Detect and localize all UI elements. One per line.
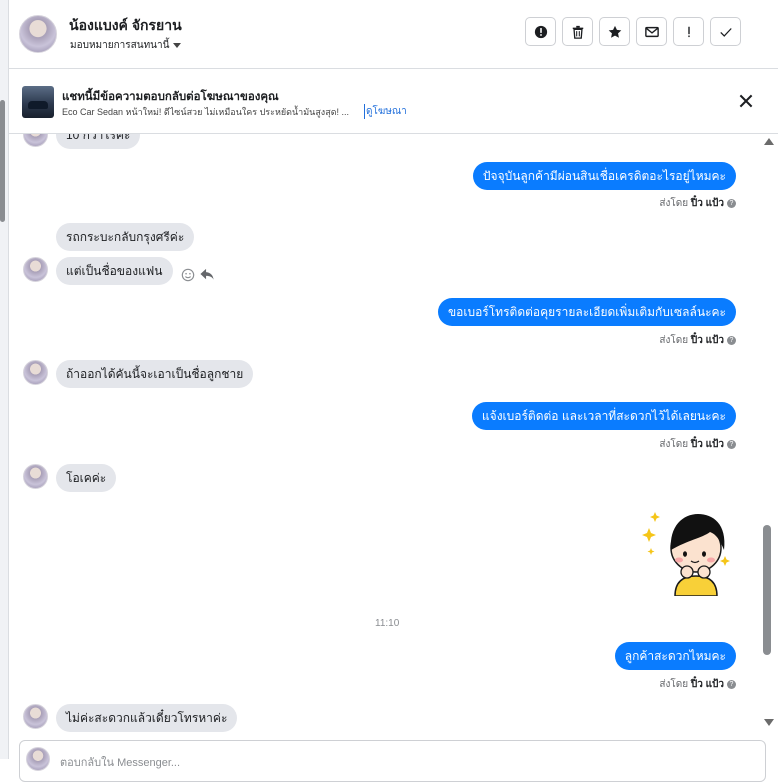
sent-by-prefix: ส่งโดย: [659, 439, 689, 450]
help-icon[interactable]: ?: [727, 198, 736, 208]
contact-avatar-small: [23, 257, 48, 282]
thread-scrollbar-thumb[interactable]: [763, 525, 771, 655]
contact-avatar-small: [23, 704, 48, 729]
reply-icon[interactable]: [199, 267, 215, 282]
contact-avatar-small: [23, 134, 48, 147]
help-icon[interactable]: ?: [727, 439, 736, 449]
message-outgoing: แจ้งเบอร์ติดต่อ และเวลาที่สะดวกไว้ได้เลย…: [471, 402, 736, 430]
sent-by-label: ส่งโดย ปิ๋ว แป้ว?: [659, 437, 736, 452]
reply-composer[interactable]: ตอบกลับใน Messenger...: [19, 740, 766, 782]
sent-by-name: ปิ๋ว แป้ว: [690, 439, 724, 450]
mark-spam-button[interactable]: [525, 17, 556, 46]
message-outgoing: ปัจจุบันลูกค้ามีผ่อนสินเชื่อเครดิตอะไรอย…: [472, 162, 736, 190]
caret-down-icon: [173, 42, 182, 48]
sent-by-prefix: ส่งโดย: [659, 198, 689, 209]
message-incoming: แต่เป็นชื่อของแฟน: [56, 257, 173, 285]
follow-up-button[interactable]: [673, 17, 704, 46]
sent-by-name: ปิ๋ว แป้ว: [690, 198, 724, 209]
sent-by-name: ปิ๋ว แป้ว: [690, 679, 724, 690]
emoji-reaction-icon[interactable]: [181, 268, 195, 282]
scroll-up-arrow-icon[interactable]: [764, 138, 774, 145]
reply-input-placeholder: ตอบกลับใน Messenger...: [60, 757, 181, 769]
alert-circle-icon: [534, 25, 547, 38]
left-panel-edge: [0, 0, 9, 759]
message-thread: 10 กว่าไรคะ ปัจจุบันลูกค้ามีผ่อนสินเชื่อ…: [9, 134, 762, 740]
page-avatar: [26, 747, 50, 771]
contact-avatar[interactable]: [19, 15, 57, 53]
header-actions: [525, 17, 741, 46]
sticker-girl-image: [642, 512, 730, 596]
close-icon[interactable]: [737, 92, 755, 110]
delete-button[interactable]: [562, 17, 593, 46]
ad-reply-banner: แชทนี้มีข้อความตอบกลับต่อโฆษณาของคุณ Eco…: [9, 69, 778, 134]
message-outgoing: ขอเบอร์โทรติดต่อคุยรายละเอียดเพิ่มเติมกั…: [437, 298, 736, 326]
star-button[interactable]: [599, 17, 630, 46]
mark-unread-button[interactable]: [636, 17, 667, 46]
exclamation-icon: [687, 26, 690, 37]
ad-thumbnail[interactable]: [22, 86, 54, 118]
ad-banner-description: Eco Car Sedan หน้าใหม่! ดีไซน์สวย ไม่เหม…: [62, 107, 350, 117]
message-incoming: รถกระบะกลับกรุงศรีค่ะ: [56, 223, 195, 251]
left-scrollbar-thumb[interactable]: [0, 100, 5, 222]
star-icon: [608, 25, 621, 38]
contact-avatar-small: [23, 360, 48, 385]
message-incoming: 10 กว่าไรคะ: [56, 134, 141, 149]
assign-conversation-dropdown[interactable]: มอบหมายการสนทนานี้: [70, 38, 182, 53]
assign-label: มอบหมายการสนทนานี้: [70, 40, 170, 51]
timestamp: 11:10: [375, 618, 400, 629]
contact-name[interactable]: น้องแบงค์ จักรยาน: [69, 15, 182, 37]
sent-by-prefix: ส่งโดย: [659, 679, 689, 690]
sent-by-label: ส่งโดย ปิ๋ว แป้ว?: [659, 196, 736, 211]
sent-by-prefix: ส่งโดย: [659, 335, 689, 346]
conversation-header: น้องแบงค์ จักรยาน มอบหมายการสนทนานี้: [9, 0, 778, 69]
mark-done-button[interactable]: [710, 17, 741, 46]
contact-avatar-small: [23, 464, 48, 489]
help-icon[interactable]: ?: [727, 335, 736, 345]
view-ad-link[interactable]: ดูโฆษณา: [364, 104, 407, 119]
sent-by-label: ส่งโดย ปิ๋ว แป้ว?: [659, 333, 736, 348]
check-icon: [719, 27, 732, 37]
sent-by-name: ปิ๋ว แป้ว: [690, 335, 724, 346]
message-incoming: ไม่ค่ะสะดวกแล้วเดี๋ยวโทรหาค่ะ: [56, 704, 238, 732]
message-incoming: ถ้าออกได้คันนี้จะเอาเป็นชื่อลูกชาย: [56, 360, 254, 388]
sent-by-label: ส่งโดย ปิ๋ว แป้ว?: [659, 677, 736, 692]
message-outgoing: ลูกค้าสะดวกไหมคะ: [614, 642, 736, 670]
trash-icon: [572, 25, 583, 39]
ad-banner-title: แชทนี้มีข้อความตอบกลับต่อโฆษณาของคุณ: [62, 91, 279, 103]
message-incoming: โอเคค่ะ: [56, 464, 117, 492]
scroll-down-arrow-icon[interactable]: [764, 719, 774, 726]
help-icon[interactable]: ?: [727, 679, 736, 689]
envelope-icon: [644, 26, 659, 37]
